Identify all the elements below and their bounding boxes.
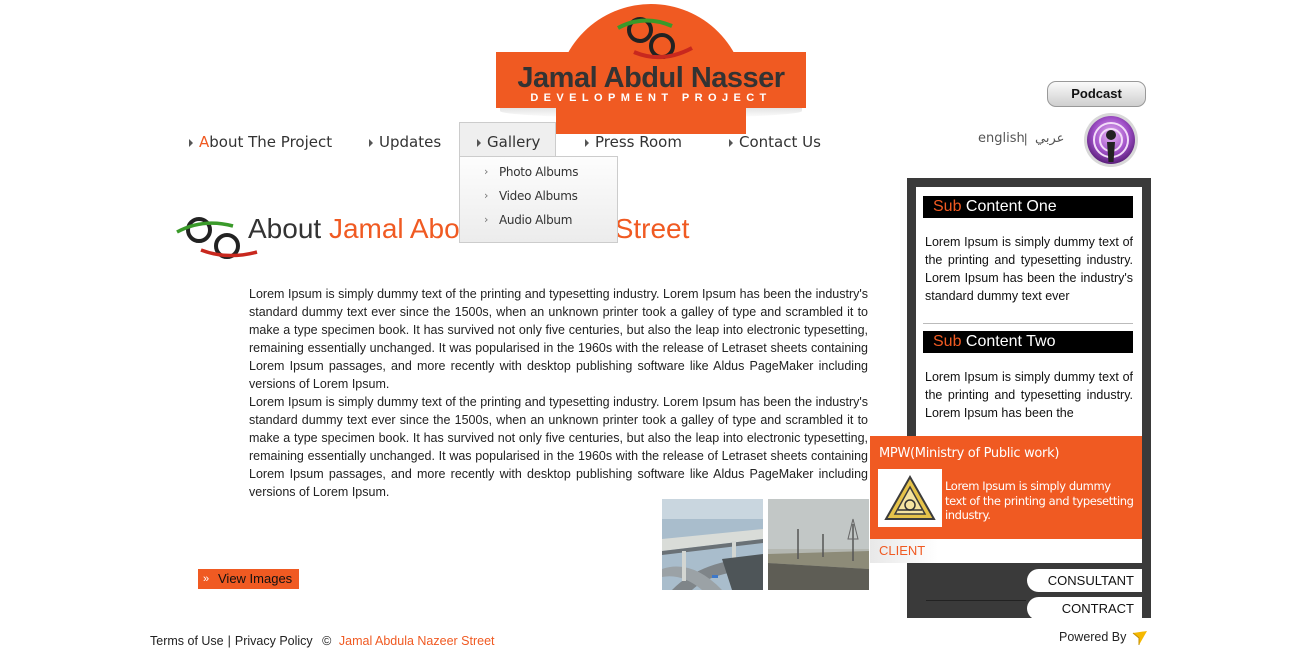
- logo-subtitle: DEVELOPMENT PROJECT: [530, 92, 772, 104]
- arrow-right-icon: [477, 139, 481, 147]
- nav-item-gallery-label: Gallery: [487, 133, 541, 151]
- arrow-right-icon: [189, 139, 193, 147]
- sub-content-one-title-rest: Content One: [965, 198, 1057, 215]
- sub-content-divider: [923, 323, 1133, 324]
- sub-content-one-text: Lorem Ipsum is simply dummy text of the …: [925, 235, 1133, 303]
- nav-item-contact-label: Contact Us: [739, 133, 821, 151]
- mpw-text: Lorem Ipsum is simply dummy text of the …: [945, 479, 1134, 522]
- sub-content-two-title: Sub Content Two: [923, 331, 1133, 353]
- tab-consultant[interactable]: CONSULTANT: [1027, 569, 1142, 592]
- footer-separator: |: [227, 634, 231, 648]
- footer-terms-link[interactable]: Terms of Use: [150, 634, 224, 648]
- view-images-label: View Images: [218, 571, 293, 586]
- chevron-right-icon: ›: [484, 213, 489, 226]
- dropdown-item-label: Photo Albums: [499, 165, 579, 179]
- nav-item-about[interactable]: About The Project: [189, 133, 333, 151]
- footer-brand: Jamal Abdula Nazeer Street: [338, 634, 495, 648]
- nav-item-about-initial: A: [199, 133, 210, 151]
- sub-content-two-text: Lorem Ipsum is simply dummy text of the …: [925, 370, 1133, 420]
- gallery-thumbnail-road[interactable]: [768, 499, 869, 590]
- nav-item-updates[interactable]: Updates: [369, 133, 442, 151]
- tab-client[interactable]: CLIENT: [870, 539, 1142, 563]
- chevron-right-icon: ›: [484, 189, 489, 202]
- arrow-right-icon: [369, 139, 373, 147]
- logo-rings-icon: [617, 17, 693, 60]
- sub-content-two-title-rest: Content Two: [965, 333, 1056, 350]
- page-title-prefix: About: [248, 213, 322, 244]
- view-images-button[interactable]: » View Images: [198, 569, 299, 589]
- gallery-thumbnail-bridge[interactable]: [662, 499, 763, 590]
- podcast-icon[interactable]: [1082, 111, 1140, 169]
- nav-item-updates-label: Updates: [379, 133, 442, 151]
- nav-item-press-room[interactable]: Press Room: [585, 133, 682, 151]
- language-arabic-link[interactable]: عربي: [1035, 131, 1064, 146]
- powered-by-logo-icon[interactable]: [1131, 629, 1149, 647]
- dropdown-item-video-albums[interactable]: › Video Albums: [484, 189, 578, 203]
- dropdown-item-label: Audio Album: [499, 213, 573, 227]
- mpw-panel[interactable]: MPW(Ministry of Public work) Lorem Ipsum…: [870, 436, 1142, 539]
- nav-item-gallery[interactable]: Gallery: [477, 133, 541, 151]
- double-chevron-icon: »: [203, 573, 210, 585]
- nav-item-about-label: bout The Project: [209, 133, 333, 151]
- podcast-button[interactable]: Podcast: [1047, 81, 1146, 107]
- body-paragraph: Lorem Ipsum is simply dummy text of the …: [249, 395, 868, 499]
- logo-title: Jamal Abdul Nasser: [517, 62, 785, 94]
- gallery-dropdown: › Photo Albums › Video Albums › Audio Al…: [459, 156, 618, 243]
- arrow-right-icon: [729, 139, 733, 147]
- powered-by-text: Powered By: [1059, 630, 1127, 644]
- sub-content-one-title-highlight: Sub: [933, 198, 962, 215]
- footer: Terms of Use | Privacy Policy © Jamal Abdu…: [150, 634, 495, 648]
- arrow-right-icon: [585, 139, 589, 147]
- sub-content-two-title-highlight: Sub: [933, 333, 962, 350]
- chevron-right-icon: ›: [484, 165, 489, 178]
- tab-contract[interactable]: CONTRACT: [1027, 597, 1142, 620]
- sub-content-one-title: Sub Content One: [923, 196, 1133, 218]
- mpw-title: MPW(Ministry of Public work): [879, 446, 1060, 461]
- language-english-link[interactable]: english: [978, 131, 1025, 146]
- page-title-highlight-start: Jamal Abo: [328, 213, 460, 244]
- nav-item-contact[interactable]: Contact Us: [729, 133, 821, 151]
- site-logo[interactable]: Jamal Abdul Nasser DEVELOPMENT PROJECT: [496, 0, 806, 134]
- dropdown-item-label: Video Albums: [499, 189, 578, 203]
- sidebar-divider: [926, 600, 1026, 601]
- page-title-highlight-end: Street: [614, 213, 690, 244]
- dropdown-item-photo-albums[interactable]: › Photo Albums: [484, 165, 579, 179]
- copyright-symbol: ©: [322, 634, 332, 648]
- sidebar-content: Sub Content One Lorem Ipsum is simply du…: [916, 187, 1142, 437]
- language-separator: |: [1024, 131, 1028, 146]
- footer-privacy-link[interactable]: Privacy Policy: [235, 634, 313, 648]
- dropdown-item-audio-album[interactable]: › Audio Album: [484, 213, 573, 227]
- body-paragraph: Lorem Ipsum is simply dummy text of the …: [249, 287, 868, 391]
- about-rings-icon: [176, 217, 258, 259]
- nav-item-press-room-label: Press Room: [595, 133, 682, 151]
- mpw-logo-icon: [878, 469, 942, 527]
